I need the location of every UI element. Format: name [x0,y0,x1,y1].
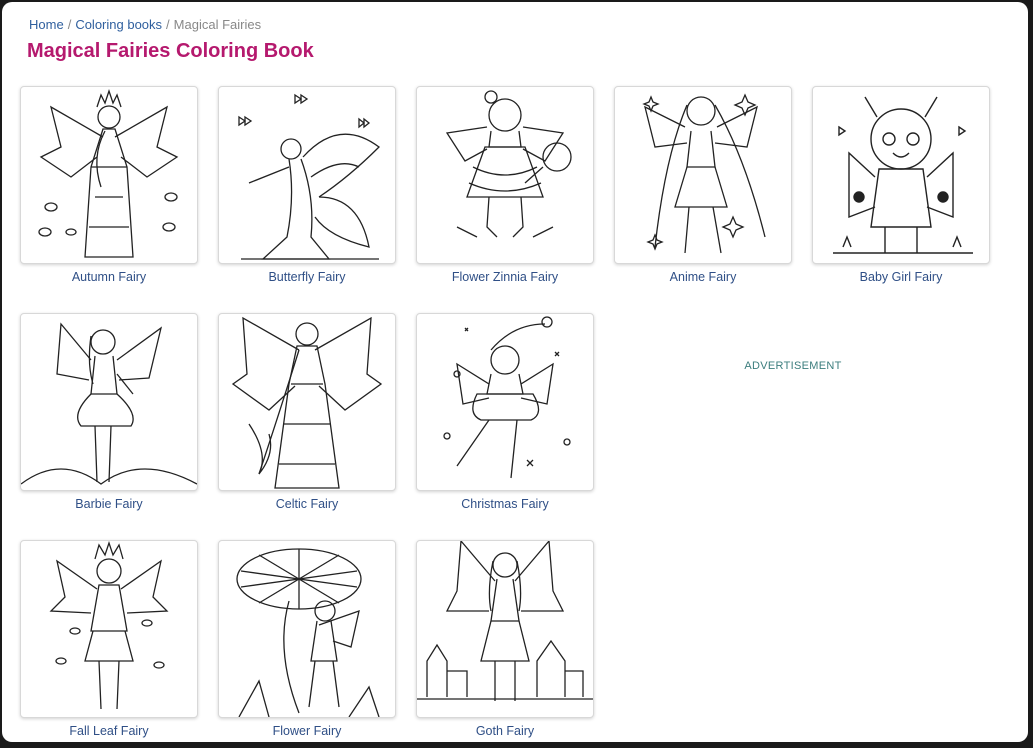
fall-leaf-fairy-thumbnail[interactable] [20,540,198,718]
breadcrumb: Home / Coloring books / Magical Fairies [29,17,261,32]
coloring-page-card[interactable]: Fall Leaf Fairy [20,540,198,742]
celtic-fairy-thumbnail[interactable] [218,313,396,491]
advertisement-label: ADVERTISEMENT [744,360,842,372]
card-title-link[interactable]: Christmas Fairy [416,497,594,511]
goth-fairy-drawing-icon [417,541,593,701]
fall-leaf-fairy-drawing-icon [49,541,169,710]
christmas-fairy-drawing-icon [443,316,571,479]
coloring-page-card[interactable]: Baby Girl Fairy [812,86,990,291]
celtic-fairy-drawing-icon [231,316,383,489]
coloring-page-card[interactable]: Butterfly Fairy [218,86,396,291]
anime-fairy-drawing-icon [642,93,766,254]
coloring-page-card[interactable]: Christmas Fairy [416,313,594,518]
breadcrumb-home-link[interactable]: Home [29,17,64,32]
barbie-fairy-drawing-icon [21,322,197,485]
breadcrumb-separator: / [166,17,170,32]
flower-zinnia-fairy-drawing-icon [445,90,572,238]
breadcrumb-category-link[interactable]: Coloring books [75,17,162,32]
butterfly-fairy-drawing-icon [238,93,380,260]
christmas-fairy-thumbnail[interactable] [416,313,594,491]
coloring-page-card[interactable]: Barbie Fairy [20,313,198,518]
autumn-fairy-thumbnail[interactable] [20,86,198,264]
anime-fairy-thumbnail[interactable] [614,86,792,264]
butterfly-fairy-thumbnail[interactable] [218,86,396,264]
page-title: Magical Fairies Coloring Book [27,40,314,62]
baby-girl-fairy-thumbnail[interactable] [812,86,990,264]
card-title-link[interactable]: Flower Zinnia Fairy [416,270,594,284]
goth-fairy-thumbnail[interactable] [416,540,594,718]
card-title-link[interactable]: Baby Girl Fairy [812,270,990,284]
breadcrumb-current: Magical Fairies [173,17,262,32]
coloring-page-card[interactable]: Autumn Fairy [20,86,198,291]
barbie-fairy-thumbnail[interactable] [20,313,198,491]
card-title-link[interactable]: Autumn Fairy [20,270,198,284]
card-title-link[interactable]: Fall Leaf Fairy [20,724,198,738]
card-title-link[interactable]: Flower Fairy [218,724,396,738]
flower-zinnia-fairy-thumbnail[interactable] [416,86,594,264]
browser-page: Home / Coloring books / Magical Fairies Magi… [2,2,1028,742]
autumn-fairy-drawing-icon [38,88,179,258]
card-title-link[interactable]: Goth Fairy [416,724,594,738]
coloring-page-card[interactable]: Goth Fairy [416,540,594,742]
card-title-link[interactable]: Barbie Fairy [20,497,198,511]
coloring-page-card[interactable]: Celtic Fairy [218,313,396,518]
card-title-link[interactable]: Celtic Fairy [218,497,396,511]
card-title-link[interactable]: Anime Fairy [614,270,792,284]
flower-fairy-thumbnail[interactable] [218,540,396,718]
coloring-page-card[interactable]: Flower Fairy [218,540,396,742]
card-title-link[interactable]: Butterfly Fairy [218,270,396,284]
coloring-page-card[interactable]: Anime Fairy [614,86,792,291]
baby-girl-fairy-drawing-icon [833,96,973,254]
flower-fairy-drawing-icon [236,548,380,717]
coloring-page-card[interactable]: Flower Zinnia Fairy [416,86,594,291]
breadcrumb-separator: / [67,17,72,32]
